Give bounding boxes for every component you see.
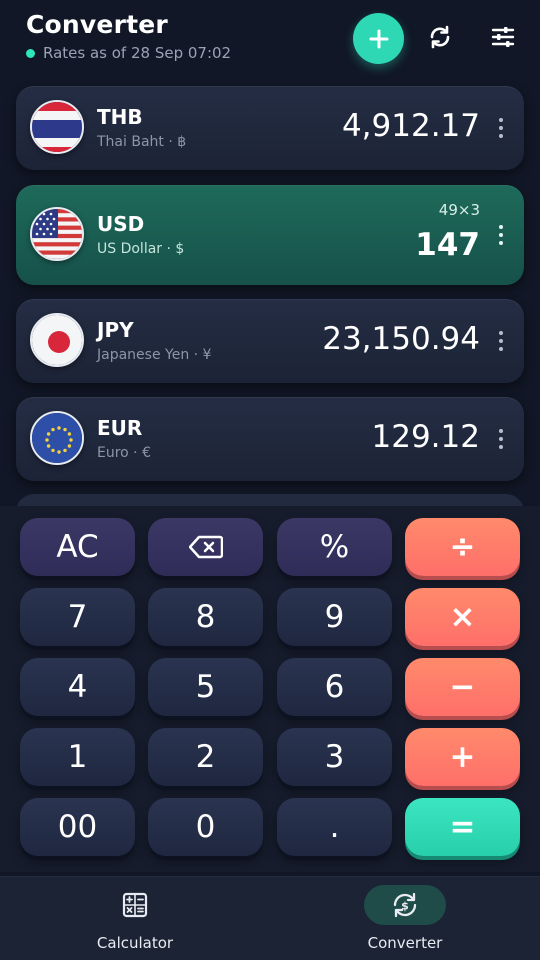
currency-code: USD [97, 212, 145, 236]
currency-name: Thai Baht · ฿ [97, 134, 187, 150]
currency-amount: 129.12 [371, 419, 480, 455]
bottom-navigation: Calculator $ Converter [0, 876, 540, 960]
settings-button[interactable] [486, 20, 520, 54]
divide-button[interactable]: ÷ [405, 518, 520, 576]
flag-thailand-icon [30, 100, 84, 154]
refresh-rates-button[interactable] [423, 20, 457, 54]
digit-5-button[interactable]: 5 [148, 658, 263, 716]
multiply-button[interactable]: × [405, 588, 520, 646]
digit-0-button[interactable]: 0 [148, 798, 263, 856]
svg-text:$: $ [401, 900, 409, 913]
percent-button[interactable]: % [277, 518, 392, 576]
currency-code: EUR [97, 416, 143, 440]
minus-button[interactable]: − [405, 658, 520, 716]
currency-name: US Dollar · $ [97, 241, 185, 257]
flag-usa-icon [30, 207, 84, 261]
digit-8-button[interactable]: 8 [148, 588, 263, 646]
digit-6-button[interactable]: 6 [277, 658, 392, 716]
currency-name: Japanese Yen · ¥ [97, 347, 212, 363]
currency-card-eur[interactable]: EUR Euro · € 129.12 [16, 397, 524, 481]
expression-display: 49×3 [438, 201, 480, 219]
digit-1-button[interactable]: 1 [20, 728, 135, 786]
calculator-keypad: AC % ÷ 7 8 9 × 4 5 6 − 1 2 3 + 00 0 . = [0, 506, 540, 872]
plus-button[interactable]: + [405, 728, 520, 786]
flag-eu-icon [30, 411, 84, 465]
currency-card-jpy[interactable]: JPY Japanese Yen · ¥ 23,150.94 [16, 299, 524, 383]
more-options-icon[interactable] [498, 331, 504, 351]
currency-card-usd[interactable]: USD US Dollar · $ 49×3 147 [16, 185, 524, 285]
more-options-icon[interactable] [498, 225, 504, 245]
rates-status: Rates as of 28 Sep 07:02 [26, 44, 231, 62]
digit-4-button[interactable]: 4 [20, 658, 135, 716]
currency-code: JPY [97, 318, 134, 342]
digit-3-button[interactable]: 3 [277, 728, 392, 786]
digit-2-button[interactable]: 2 [148, 728, 263, 786]
flag-japan-icon [30, 313, 84, 367]
currency-amount: 23,150.94 [322, 321, 480, 357]
decimal-button[interactable]: . [277, 798, 392, 856]
sliders-icon [491, 27, 515, 47]
more-options-icon[interactable] [498, 429, 504, 449]
status-dot [26, 48, 35, 58]
rates-status-text: Rates as of 28 Sep 07:02 [43, 44, 232, 62]
digit-7-button[interactable]: 7 [20, 588, 135, 646]
refresh-icon [430, 25, 450, 49]
backspace-icon [188, 535, 223, 559]
app-header: Converter Rates as of 28 Sep 07:02 [0, 0, 540, 80]
calculator-icon [122, 892, 148, 918]
currency-code: THB [97, 105, 143, 129]
currency-amount: 147 [415, 227, 480, 263]
currency-card-thb[interactable]: THB Thai Baht · ฿ 4,912.17 [16, 86, 524, 170]
add-currency-button[interactable] [353, 13, 404, 64]
nav-icon-container: $ [364, 885, 446, 925]
currency-name: Euro · € [97, 445, 151, 461]
equals-button[interactable]: = [405, 798, 520, 856]
nav-item-calculator[interactable]: Calculator [0, 877, 270, 960]
clear-button[interactable]: AC [20, 518, 135, 576]
double-zero-button[interactable]: 00 [20, 798, 135, 856]
currency-exchange-icon: $ [393, 892, 417, 918]
currency-amount: 4,912.17 [341, 108, 480, 144]
nav-label: Calculator [96, 934, 174, 952]
backspace-button[interactable] [148, 518, 263, 576]
more-options-icon[interactable] [498, 118, 504, 138]
digit-9-button[interactable]: 9 [277, 588, 392, 646]
nav-label: Converter [367, 934, 443, 952]
nav-item-converter[interactable]: $ Converter [270, 877, 540, 960]
plus-icon [369, 29, 388, 48]
page-title: Converter [26, 10, 168, 39]
nav-icon-container [94, 885, 176, 925]
